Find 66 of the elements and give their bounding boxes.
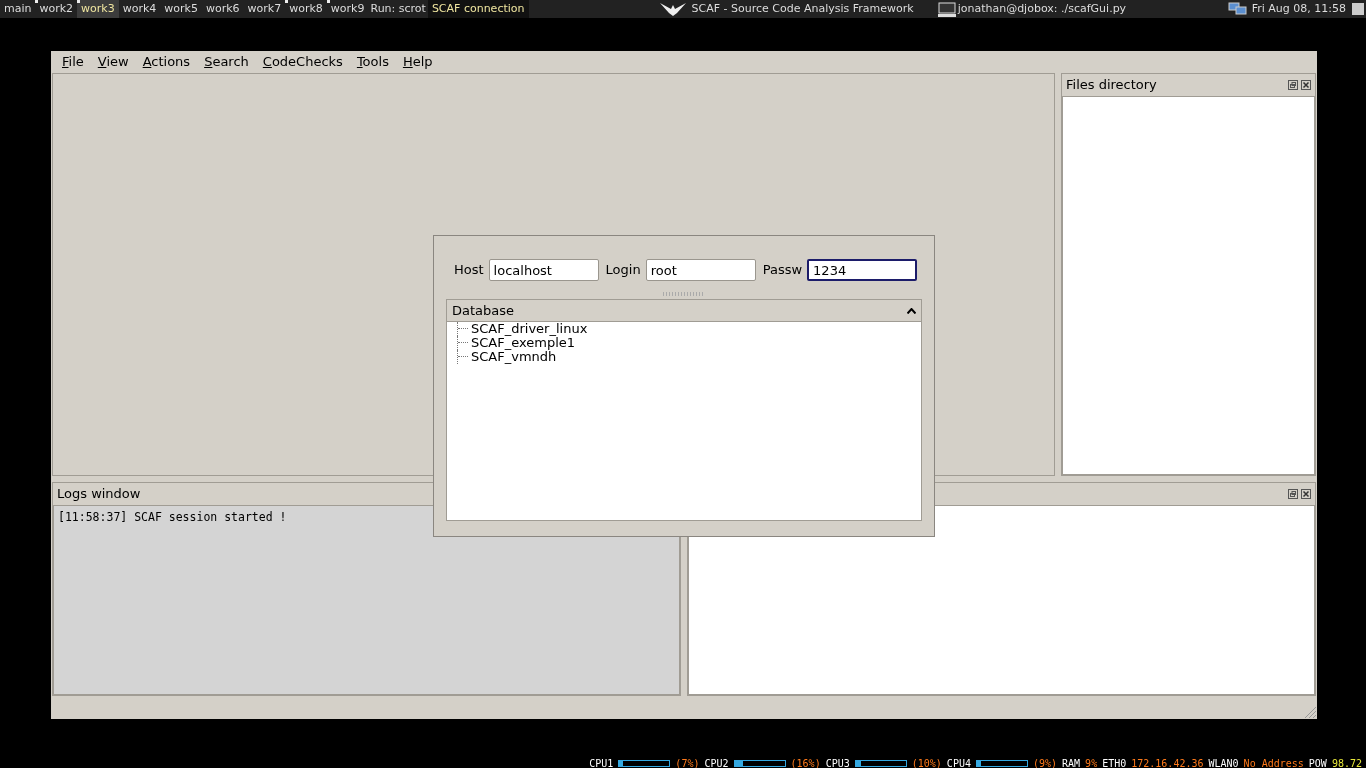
menu-item[interactable]: View bbox=[90, 52, 136, 72]
bird-icon bbox=[658, 1, 687, 17]
menu-item[interactable]: File bbox=[55, 52, 91, 72]
tree-item[interactable]: SCAF_vmndh bbox=[471, 350, 557, 364]
ram-label: RAM bbox=[1062, 757, 1081, 768]
sort-caret-icon bbox=[907, 307, 916, 314]
menu-item[interactable]: Help bbox=[395, 52, 440, 72]
menu-item[interactable]: CodeChecks bbox=[255, 52, 350, 72]
pow-label: POW bbox=[1308, 757, 1327, 768]
window-marker-icon bbox=[326, 0, 330, 3]
menu-item[interactable]: Actions bbox=[135, 52, 198, 72]
workspace-tab[interactable]: work8 bbox=[285, 0, 327, 18]
tree-item[interactable]: SCAF_driver_linux bbox=[471, 322, 588, 336]
network-icon bbox=[1227, 2, 1248, 16]
workspace-tab[interactable]: work4 bbox=[118, 0, 161, 18]
meter-reading: (16%) bbox=[790, 757, 821, 768]
wlan-label: WLAN0 bbox=[1208, 757, 1239, 768]
menu-item[interactable]: Tools bbox=[349, 52, 396, 72]
meter-label: CPU2 bbox=[704, 757, 729, 768]
pow-value: 98.72 bbox=[1331, 757, 1362, 768]
workspace-tab[interactable]: work2 bbox=[35, 0, 78, 18]
meter-reading: (9%) bbox=[1032, 757, 1058, 768]
meter-label: CPU4 bbox=[946, 757, 971, 768]
clock: Fri Aug 08, 11:58 bbox=[1251, 0, 1346, 17]
window-title[interactable]: SCAF - Source Code Analysis Framework bbox=[691, 0, 914, 18]
active-task[interactable]: SCAF connection bbox=[427, 0, 529, 18]
meter-label: CPU3 bbox=[825, 757, 850, 768]
field-label: Login bbox=[605, 261, 641, 280]
eth-value: 172.16.42.36 bbox=[1131, 757, 1204, 768]
window-marker-icon bbox=[77, 0, 81, 3]
workspace-tab[interactable]: work7 bbox=[243, 0, 286, 18]
meter-reading: (10%) bbox=[911, 757, 942, 768]
splitter-handle[interactable] bbox=[663, 292, 705, 296]
input-field[interactable]: 1234 bbox=[807, 259, 918, 281]
close-icon[interactable] bbox=[1301, 80, 1311, 90]
wlan-value: No Address bbox=[1243, 757, 1304, 768]
input-field[interactable]: root bbox=[645, 259, 756, 281]
resize-grip-icon[interactable] bbox=[1303, 705, 1317, 719]
workspace-tab[interactable]: work6 bbox=[202, 0, 244, 18]
meter-reading: (7%) bbox=[675, 757, 700, 768]
close-icon[interactable] bbox=[1301, 489, 1311, 499]
header-label: Database bbox=[452, 301, 515, 320]
ram-value: 9% bbox=[1085, 757, 1098, 768]
window-marker-icon bbox=[285, 0, 289, 3]
window-marker-icon bbox=[35, 0, 39, 3]
run-label: Run: scrot bbox=[369, 0, 427, 17]
float-icon[interactable] bbox=[1288, 80, 1298, 90]
workspace-tab[interactable]: work5 bbox=[160, 0, 202, 18]
workspace-tab[interactable]: main bbox=[0, 0, 36, 18]
field-label: Passw bbox=[762, 261, 803, 280]
float-icon[interactable] bbox=[1288, 489, 1298, 499]
column-header[interactable]: Database bbox=[447, 300, 921, 322]
dock-title: Logs window bbox=[57, 485, 141, 504]
terminal-title[interactable]: jonathan@djobox: ./scafGui.py bbox=[957, 0, 1127, 18]
workspace-tab[interactable]: work9 bbox=[326, 0, 369, 18]
terminal-icon bbox=[937, 1, 956, 17]
field-label: Host bbox=[454, 261, 484, 280]
input-field[interactable]: localhost bbox=[488, 259, 599, 281]
eth-label: ETH0 bbox=[1102, 757, 1127, 768]
menu-item[interactable]: Search bbox=[197, 52, 256, 72]
log-line: [11:58:37] SCAF session started ! bbox=[58, 509, 288, 526]
tree-item[interactable]: SCAF_exemple1 bbox=[471, 336, 576, 350]
dock-title: Files directory bbox=[1066, 76, 1157, 95]
workspace-tab[interactable]: work3 bbox=[77, 0, 119, 18]
meter-label: CPU1 bbox=[589, 757, 614, 768]
corner-icon bbox=[1352, 3, 1364, 15]
